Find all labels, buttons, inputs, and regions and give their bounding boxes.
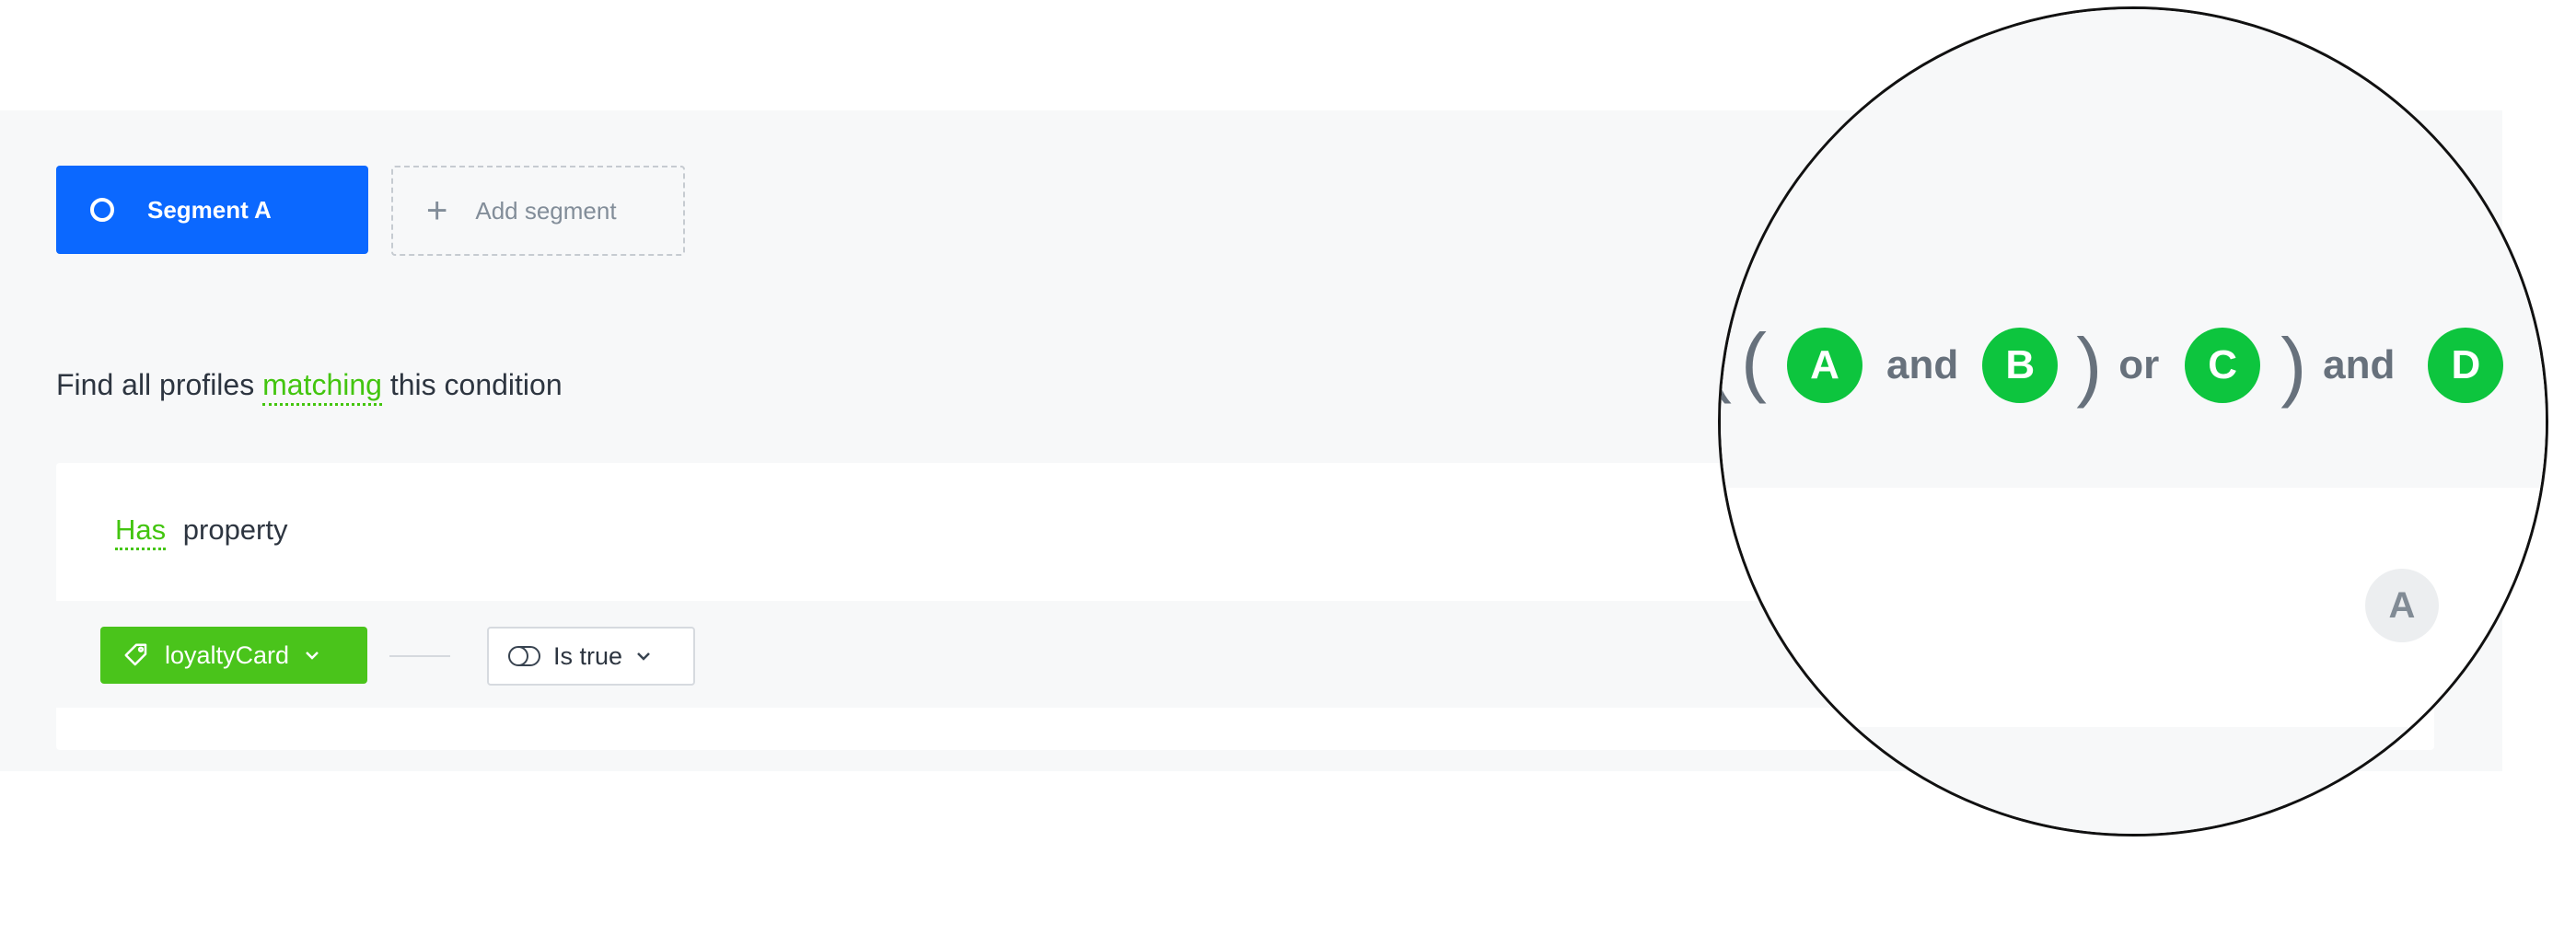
- property-select-button[interactable]: loyaltyCard: [100, 627, 367, 684]
- close-paren: ): [2280, 322, 2307, 409]
- add-segment-button[interactable]: + Add segment: [391, 166, 685, 256]
- zoom-magnifier: ( ( A and B ) or C ) and D A: [1718, 6, 2548, 836]
- open-paren: (: [1740, 317, 1767, 404]
- toggle-icon: [508, 646, 540, 666]
- segment-chip-c[interactable]: C: [2185, 328, 2261, 403]
- match-mode-dropdown[interactable]: matching: [262, 368, 382, 406]
- operator-select-button[interactable]: Is true: [487, 627, 695, 686]
- tag-icon: [124, 643, 147, 666]
- chevron-down-icon: [637, 652, 650, 661]
- segment-chip-d[interactable]: D: [2428, 328, 2504, 403]
- chevron-down-icon: [306, 652, 319, 660]
- operator-and[interactable]: and: [2323, 342, 2395, 388]
- segment-chip-b[interactable]: B: [1982, 328, 2059, 403]
- segment-indicator-icon: [90, 198, 114, 222]
- connector-line: [389, 655, 450, 657]
- heading-suffix: this condition: [389, 368, 563, 401]
- open-paren: (: [1721, 322, 1732, 399]
- operator-label: Is true: [553, 641, 623, 670]
- segment-a-tab[interactable]: Segment A: [56, 166, 368, 254]
- condition-type-row: Has property: [115, 513, 288, 550]
- property-name: loyaltyCard: [165, 640, 290, 669]
- segment-a-label: Segment A: [147, 195, 272, 224]
- operator-or[interactable]: or: [2118, 342, 2159, 388]
- condition-type-label: property: [182, 513, 288, 546]
- segment-chip-a[interactable]: A: [1786, 328, 1862, 403]
- close-paren: ): [2076, 322, 2103, 409]
- zoom-row-background: [1721, 727, 2546, 834]
- heading-prefix: Find all profiles: [56, 368, 255, 401]
- segment-expression: ( ( A and B ) or C ) and D: [1721, 317, 2504, 409]
- has-dropdown[interactable]: Has: [115, 513, 167, 550]
- add-segment-label: Add segment: [475, 196, 617, 225]
- zoom-background: [1721, 9, 2546, 488]
- condition-badge-a: A: [2365, 569, 2439, 642]
- operator-and[interactable]: and: [1886, 342, 1958, 388]
- condition-heading: Find all profiles matching this conditio…: [56, 368, 563, 406]
- plus-icon: +: [426, 190, 448, 231]
